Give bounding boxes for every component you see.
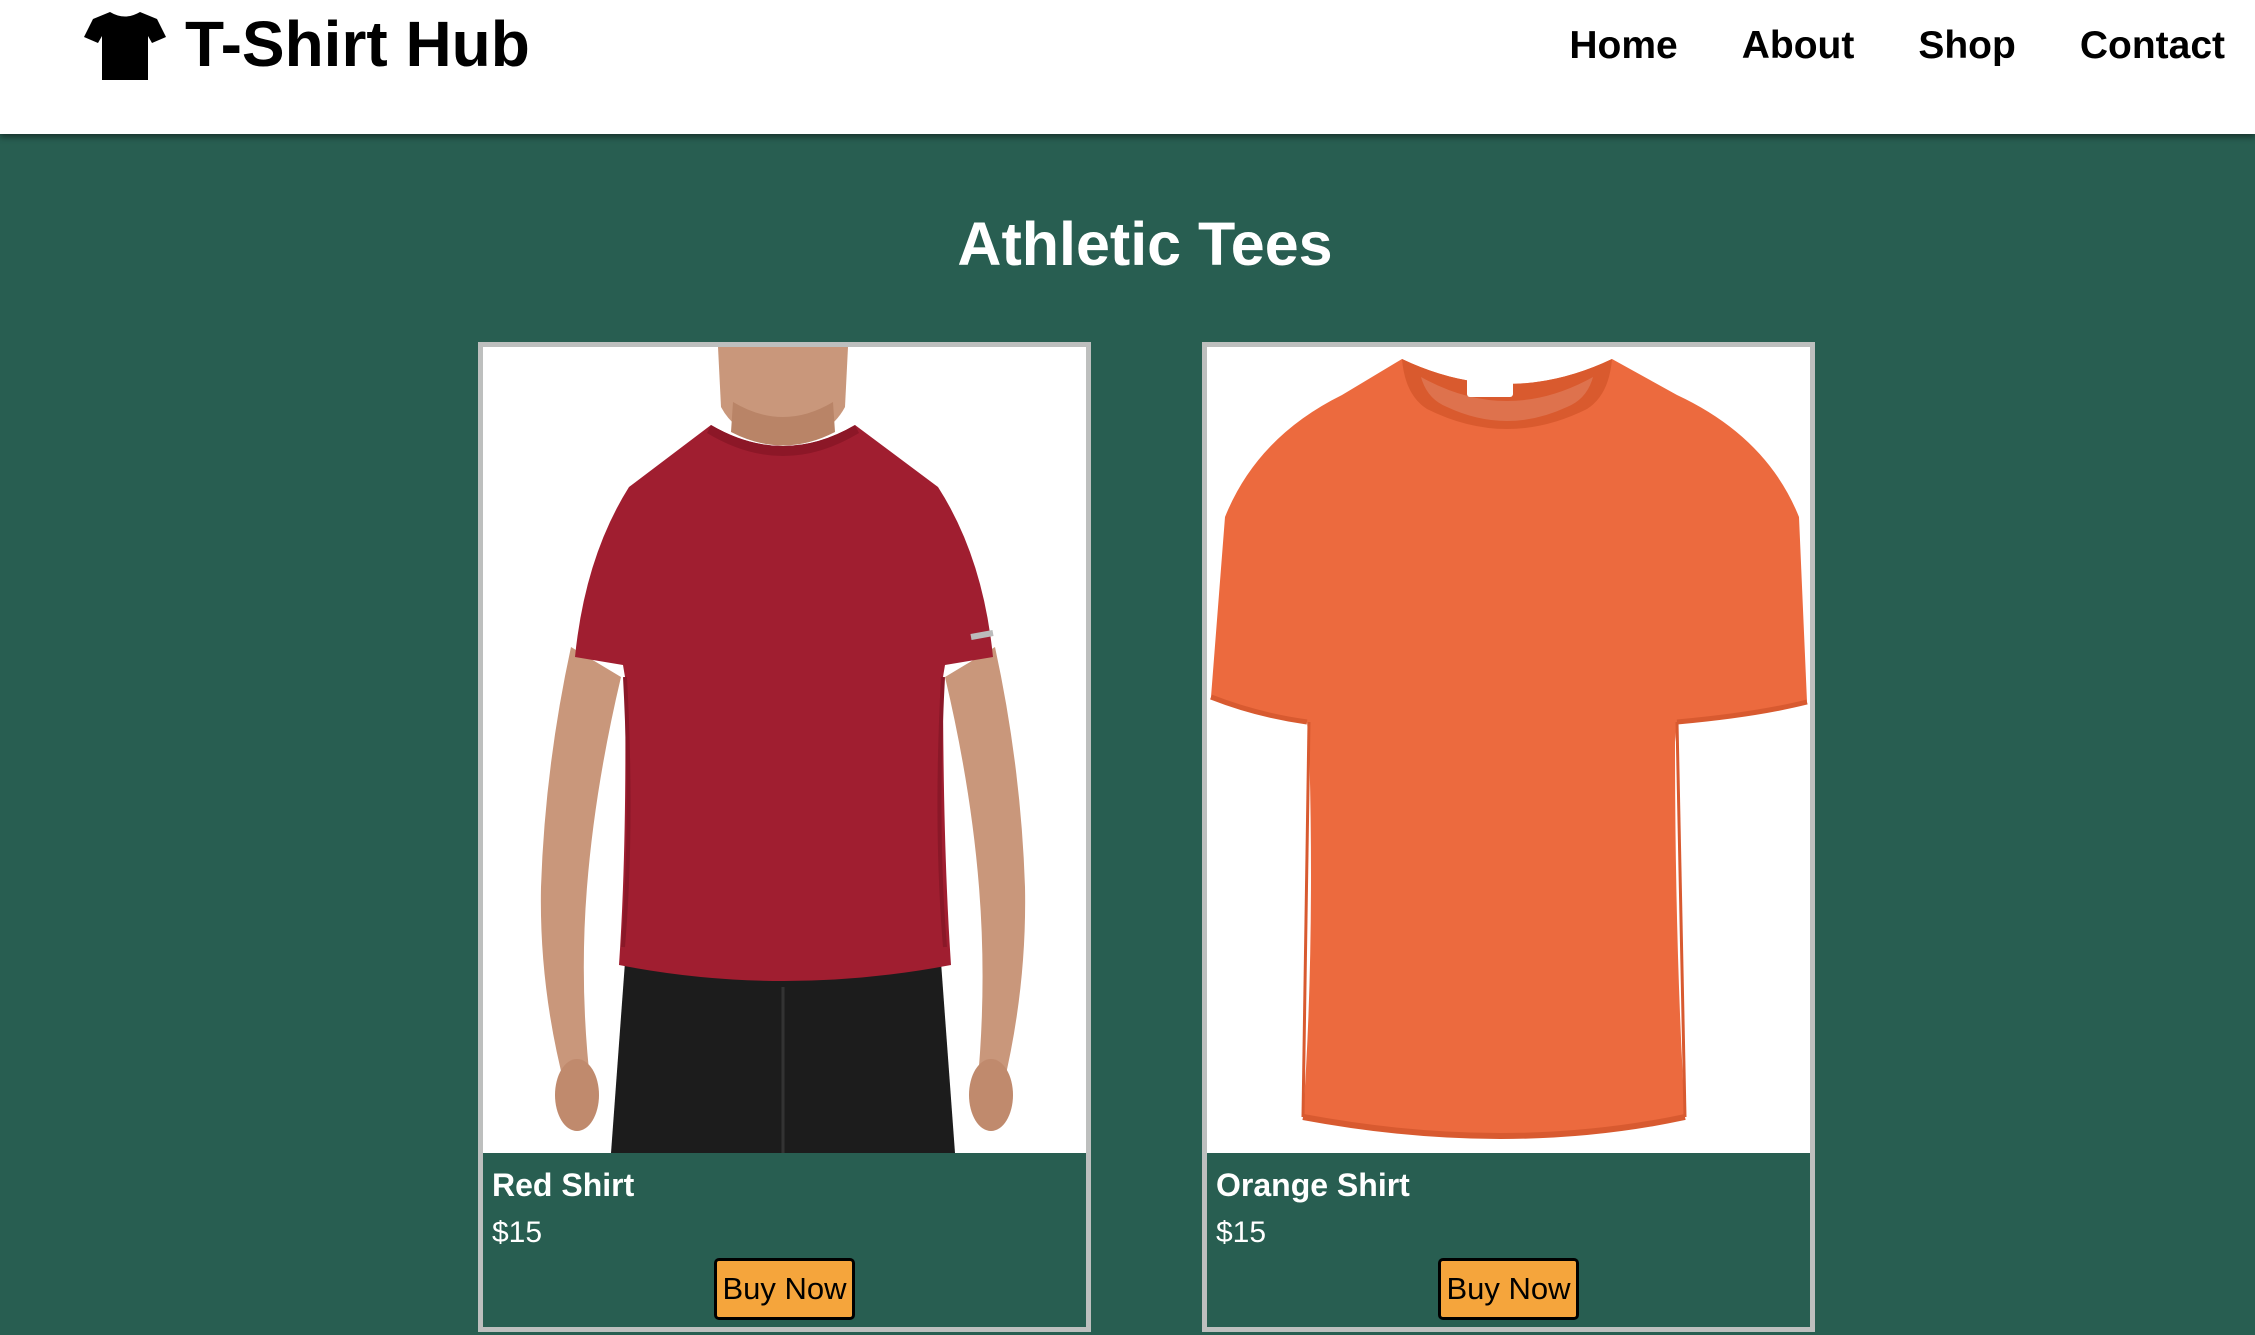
nav-shop-link[interactable]: Shop <box>1918 20 2015 72</box>
product-card-red-shirt: Red Shirt $15 Buy Now <box>478 342 1091 1332</box>
main-nav: Home About Shop Contact <box>1505 20 2225 72</box>
brand-name[interactable]: T-Shirt Hub <box>185 6 530 82</box>
nav-contact-link[interactable]: Contact <box>2080 20 2225 72</box>
product-card-orange-shirt: Orange Shirt $15 Buy Now <box>1202 342 1815 1332</box>
product-name: Red Shirt <box>492 1167 635 1203</box>
nav-about-link[interactable]: About <box>1742 20 1855 72</box>
t-shirt-icon[interactable] <box>83 10 167 82</box>
orange-shirt-image <box>1207 347 1810 1153</box>
product-price: $15 <box>1216 1216 1267 1249</box>
product-name: Orange Shirt <box>1216 1167 1410 1203</box>
red-shirt-illustration <box>483 347 1086 1153</box>
orange-shirt-illustration <box>1207 347 1810 1153</box>
buy-now-button[interactable]: Buy Now <box>1438 1258 1579 1320</box>
buy-now-button[interactable]: Buy Now <box>714 1258 855 1320</box>
nav-home-link[interactable]: Home <box>1569 20 1677 72</box>
site-header: T-Shirt Hub Home About Shop Contact <box>0 0 2255 134</box>
red-shirt-image <box>483 347 1086 1153</box>
page-title: Athletic Tees <box>957 210 1333 278</box>
product-price: $15 <box>492 1216 543 1249</box>
